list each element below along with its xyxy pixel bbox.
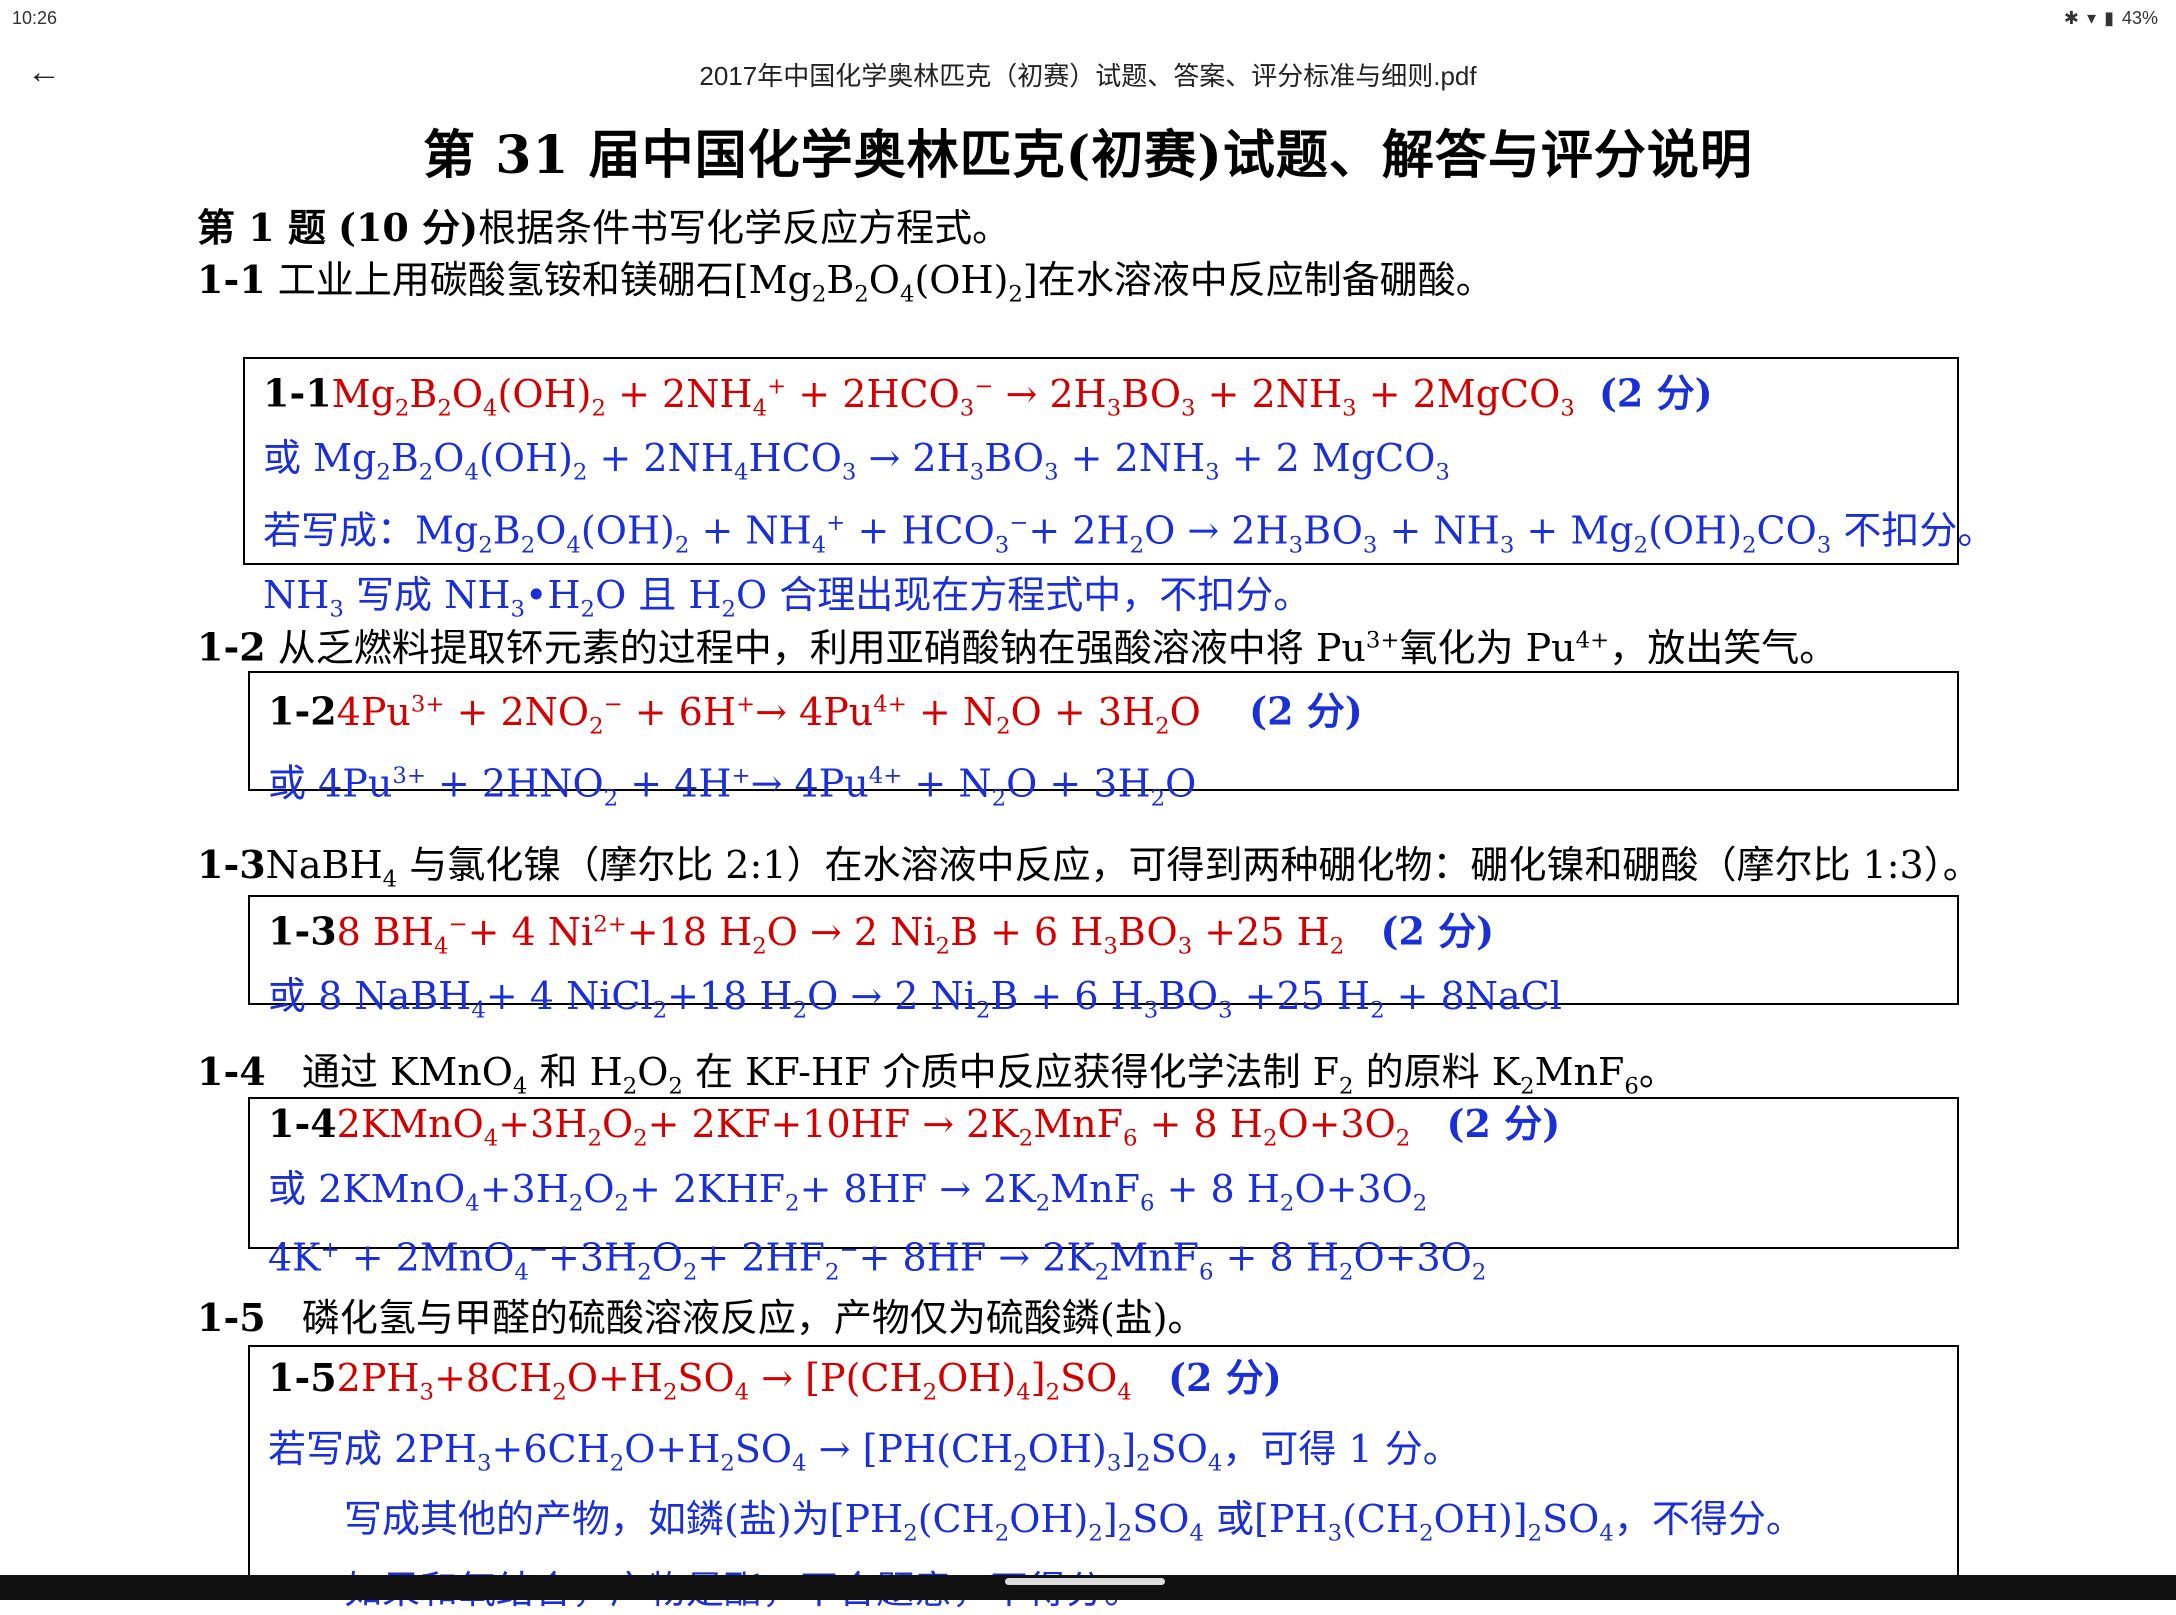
question-score: (10 分) xyxy=(338,205,479,250)
page-title: 第 31 届中国化学奥林匹克(初赛)试题、解答与评分说明 xyxy=(423,125,1753,186)
answer-line: 或 2KMnO4+3H2O2+ 2KHF2+ 8HF → 2K2MnF6 + 8… xyxy=(268,1166,1428,1217)
answer-line: 1-42KMnO4+3H2O2+ 2KF+10HF → 2K2MnF6 + 8 … xyxy=(268,1101,1561,1152)
answer-box-1-3: 1-38 BH4−+ 4 Ni2++18 H2O → 2 Ni2B + 6 H3… xyxy=(248,895,1959,1024)
answer-line: 或 8 NaBH4+ 4 NiCl2+18 H2O → 2 Ni2B + 6 H… xyxy=(268,974,1562,1024)
question-1-1: 1-1 工业上用碳酸氢铵和镁硼石[Mg2B2O4(OH)2]在水溶液中反应制备硼… xyxy=(197,257,1494,308)
answer-box-1-4: 1-42KMnO4+3H2O2+ 2KF+10HF → 2K2MnF6 + 8 … xyxy=(248,1097,1959,1285)
answer-box-1-1: 1-1Mg2B2O4(OH)2 + 2NH4+ + 2HCO3− → 2H3BO… xyxy=(243,357,1995,623)
answer-line: 4K+ + 2MnO4−+3H2O2+ 2HF2−+ 8HF → 2K2MnF6… xyxy=(268,1235,1487,1286)
question-1-heading: 第 1 题 (10 分)根据条件书写化学反应方程式。 xyxy=(197,205,1010,251)
question-1-2: 1-2 从乏燃料提取钚元素的过程中，利用亚硝酸钠在强酸溶液中将 Pu3+氧化为 … xyxy=(197,624,1838,670)
answer-line: 若写成：Mg2B2O4(OH)2 + NH4+ + HCO3−+ 2H2O → … xyxy=(263,508,1996,559)
answer-line: 1-52PH3+8CH2O+H2SO4 → [P(CH2OH)4]2SO4 (2… xyxy=(268,1355,1282,1406)
answer-line: 1-24Pu3+ + 2NO2− + 6H+→ 4Pu4+ + N2O + 3H… xyxy=(268,688,1363,740)
question-1-5: 1-5 磷化氢与甲醛的硫酸溶液反应，产物仅为硫酸鏻(盐)。 xyxy=(197,1295,1206,1340)
status-bar: 10:26 ✱ ▾ ▮ 43% xyxy=(0,0,2176,38)
battery-icon: ▮ xyxy=(2104,8,2114,28)
question-instruction: 根据条件书写化学反应方程式。 xyxy=(478,206,1011,250)
battery-level: 43% xyxy=(2121,8,2158,28)
answer-line: 写成其他的产物，如鏻(盐)为[PH2(CH2OH)2]2SO4 或[PH3(CH… xyxy=(344,1497,1804,1547)
viewer-toolbar: ← 2017年中国化学奥林匹克（初赛）试题、答案、评分标准与细则.pdf xyxy=(0,40,2176,102)
wifi-icon: ▾ xyxy=(2087,8,2097,28)
bluetooth-icon: ✱ xyxy=(2063,8,2080,28)
document-filename: 2017年中国化学奥林匹克（初赛）试题、答案、评分标准与细则.pdf xyxy=(699,61,1477,91)
answer-line: 若写成 2PH3+6CH2O+H2SO4 → [PH(CH2OH)3]2SO4，… xyxy=(268,1426,1461,1477)
question-1-3: 1-3NaBH4 与氯化镍（摩尔比 2:1）在水溶液中反应，可得到两种硼化物：硼… xyxy=(197,842,1981,893)
answer-line: 或 4Pu3+ + 2HNO2 + 4H+→ 4Pu4+ + N2O + 3H2… xyxy=(268,761,1197,812)
clock: 10:26 xyxy=(12,8,58,28)
status-icons: ✱ ▾ ▮ 43% xyxy=(2064,8,2158,29)
home-indicator[interactable] xyxy=(1005,1578,1165,1585)
answer-box-1-5: 1-52PH3+8CH2O+H2SO4 → [P(CH2OH)4]2SO4 (2… xyxy=(248,1345,1959,1612)
question-number: 第 1 题 xyxy=(197,205,326,250)
answer-box-1-2: 1-24Pu3+ + 2NO2− + 6H+→ 4Pu4+ + N2O + 3H… xyxy=(248,671,1959,812)
answer-line: 或 Mg2B2O4(OH)2 + 2NH4HCO3 → 2H3BO3 + 2NH… xyxy=(263,436,1450,486)
answer-line: 1-1Mg2B2O4(OH)2 + 2NH4+ + 2HCO3− → 2H3BO… xyxy=(263,370,1713,422)
answer-line: 1-38 BH4−+ 4 Ni2++18 H2O → 2 Ni2B + 6 H3… xyxy=(268,908,1495,960)
pdf-page[interactable]: 第 31 届中国化学奥林匹克(初赛)试题、解答与评分说明 第 1 题 (10 分… xyxy=(0,105,2176,1612)
